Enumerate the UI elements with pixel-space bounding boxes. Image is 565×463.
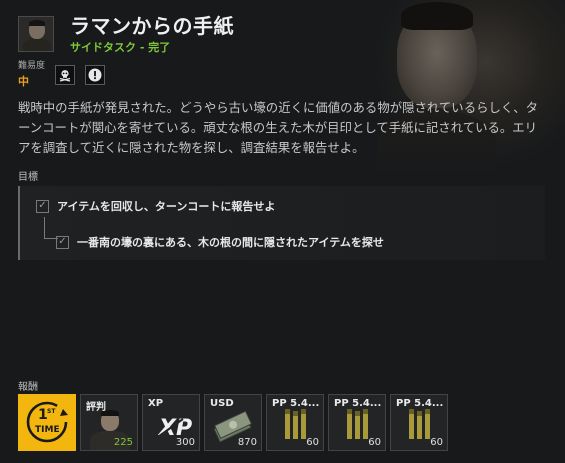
- quest-header: ラマンからの手紙 サイドタスク - 完了: [18, 14, 234, 55]
- reward-quantity: 60: [430, 437, 443, 448]
- difficulty-value: 中: [18, 75, 29, 88]
- objectives-label: 目標: [18, 172, 38, 183]
- quest-status: サイドタスク - 完了: [70, 41, 171, 54]
- reward-ammo-1[interactable]: PP 5.4... 60: [266, 394, 324, 451]
- alert-exclamation-icon[interactable]: [85, 65, 105, 85]
- objective-main-text: アイテムを回収し、ターンコートに報告せよ: [57, 200, 276, 213]
- first-time-suffix: ST: [47, 408, 56, 415]
- threat-icons: [55, 65, 105, 85]
- objective-main: ✓ アイテムを回収し、ターンコートに報告せよ: [36, 198, 275, 214]
- reward-quantity: 225: [113, 437, 133, 448]
- reward-quantity: 300: [175, 437, 195, 448]
- checkbox-checked-icon: ✓: [56, 235, 69, 249]
- rewards-list: 1 ST TIME 評判 225 XP XP 300 USD 870 PP 5.…: [18, 394, 448, 451]
- reward-quantity: 60: [368, 437, 381, 448]
- objectives-panel: ✓ アイテムを回収し、ターンコートに報告せよ ✓ 一番南の壕の裏にある、木の根の…: [18, 186, 545, 260]
- checkbox-checked-icon: ✓: [36, 199, 49, 213]
- reward-first-time[interactable]: 1 ST TIME: [18, 394, 76, 451]
- quest-giver-avatar: [18, 16, 54, 52]
- reward-ammo-2[interactable]: PP 5.4... 60: [328, 394, 386, 451]
- difficulty: 難易度 中: [18, 58, 45, 89]
- reward-name: 評判: [86, 402, 106, 413]
- objective-sub: ✓ 一番南の壕の裏にある、木の根の間に隠されたアイテムを探せ: [56, 234, 384, 250]
- quest-description: 戦時中の手紙が発見された。どうやら古い壕の近くに価値のある物が隠されているらしく…: [18, 100, 539, 155]
- reward-ammo-3[interactable]: PP 5.4... 60: [390, 394, 448, 451]
- reward-usd[interactable]: USD 870: [204, 394, 262, 451]
- reward-reputation[interactable]: 評判 225: [80, 394, 138, 451]
- first-time-label: TIME: [35, 425, 60, 435]
- quest-title: ラマンからの手紙: [70, 14, 234, 38]
- rewards-label: 報酬: [18, 382, 38, 393]
- objective-sub-text: 一番南の壕の裏にある、木の根の間に隠されたアイテムを探せ: [77, 236, 384, 249]
- skull-crossbones-icon[interactable]: [55, 65, 75, 85]
- reward-quantity: 60: [306, 437, 319, 448]
- reward-xp[interactable]: XP XP 300: [142, 394, 200, 451]
- difficulty-label: 難易度: [18, 61, 46, 71]
- reward-quantity: 870: [237, 437, 257, 448]
